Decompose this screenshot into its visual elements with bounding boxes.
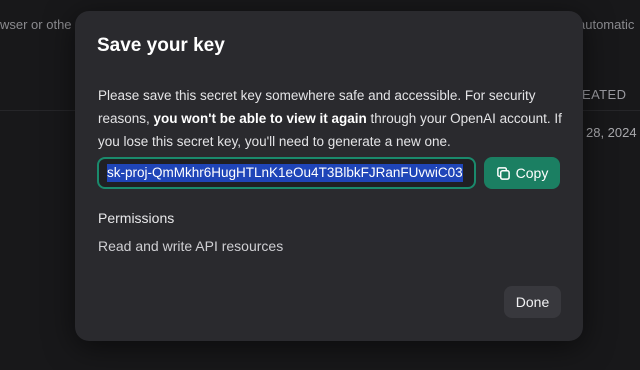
copy-icon	[496, 166, 511, 181]
secret-key-field[interactable]: sk-proj-QmMkhr6HugHTLnK1eOu4T3BlbkFJRanF…	[97, 157, 476, 189]
dialog-title: Save your key	[97, 35, 225, 56]
description-emphasis: you won't be able to view it again	[153, 111, 367, 126]
permissions-value: Read and write API resources	[98, 238, 284, 254]
dialog-description: Please save this secret key somewhere sa…	[98, 84, 568, 153]
secret-key-value[interactable]: sk-proj-QmMkhr6HugHTLnK1eOu4T3BlbkFJRanF…	[107, 164, 463, 182]
background-text-fragment: wser or othe	[0, 17, 72, 32]
copy-button[interactable]: Copy	[484, 157, 560, 189]
background-date-cell: 28, 2024	[586, 125, 637, 140]
permissions-label: Permissions	[98, 210, 175, 226]
background-text-fragment: automatic	[578, 17, 635, 32]
copy-button-label: Copy	[515, 165, 549, 181]
save-key-dialog: Save your key Please save this secret ke…	[75, 11, 583, 341]
done-button-label: Done	[515, 294, 550, 310]
done-button[interactable]: Done	[504, 286, 561, 318]
background-column-header: EATED	[582, 87, 627, 102]
